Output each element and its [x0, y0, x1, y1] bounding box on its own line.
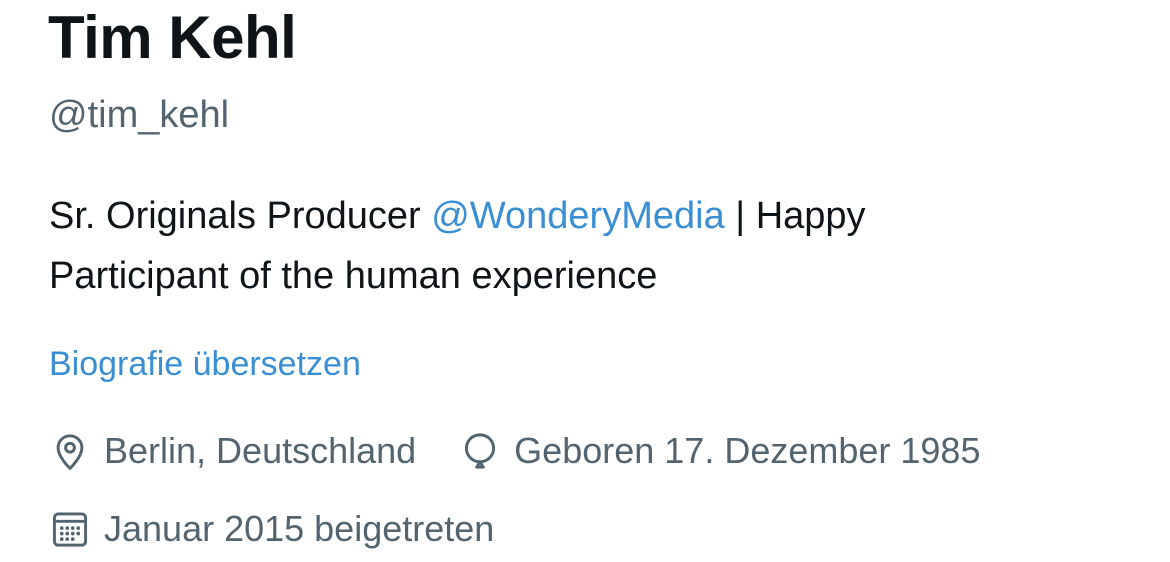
bio-line-1: Sr. Originals Producer @WonderyMedia | H… [49, 186, 1049, 246]
translate-bio-link[interactable]: Biografie übersetzen [49, 342, 361, 386]
bio-line-2: Participant of the human experience [49, 255, 658, 297]
location-pin-icon [48, 429, 92, 473]
display-name: Tim Kehl [48, 4, 297, 71]
joined-item: Januar 2015 beigetreten [48, 506, 494, 552]
bio-text-suffix: | Happy [724, 195, 866, 237]
profile-meta-row: Berlin, Deutschland Geboren 17. Dezember… [48, 428, 980, 474]
calendar-icon [48, 507, 92, 551]
profile-bio: Sr. Originals Producer @WonderyMedia | H… [49, 186, 1049, 306]
birthday-item: Geboren 17. Dezember 1985 [458, 428, 980, 474]
user-handle: @tim_kehl [49, 94, 230, 136]
profile-meta-row-2: Januar 2015 beigetreten [48, 506, 494, 552]
joined-text: Januar 2015 beigetreten [104, 508, 495, 549]
location-item: Berlin, Deutschland [48, 428, 416, 474]
birthday-text: Geboren 17. Dezember 1985 [514, 430, 981, 471]
balloon-icon [458, 429, 502, 473]
profile-header: Tim Kehl @tim_kehl Sr. Originals Produce… [48, 0, 1170, 562]
mention-link-wonderymedia[interactable]: @WonderyMedia [431, 195, 724, 237]
location-text: Berlin, Deutschland [104, 430, 417, 471]
bio-text-prefix: Sr. Originals Producer [49, 195, 432, 237]
